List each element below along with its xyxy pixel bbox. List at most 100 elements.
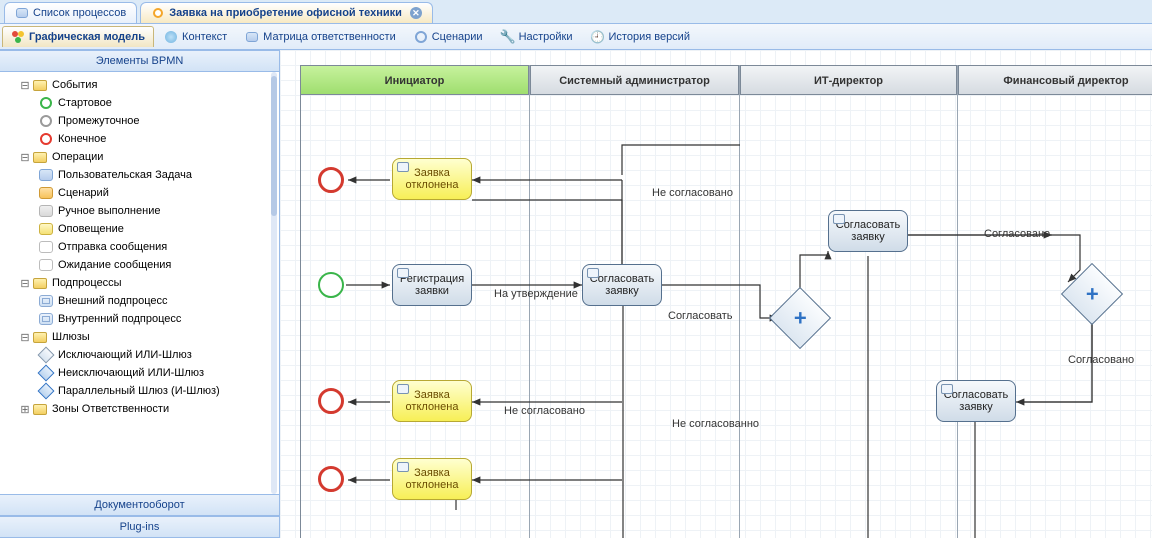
sq-box-icon bbox=[38, 294, 54, 308]
document-tabs: Список процессов Заявка на приобретение … bbox=[0, 0, 1152, 24]
editor-sub-tabs: Графическая модель Контекст Матрица отве… bbox=[0, 24, 1152, 50]
task-approve-sa[interactable]: Согласовать заявку bbox=[582, 264, 662, 306]
sub-tab-label: Настройки bbox=[519, 31, 573, 43]
diamond-blue-icon bbox=[38, 366, 54, 380]
palette-item[interactable]: Исключающий ИЛИ-Шлюз bbox=[4, 346, 279, 364]
tab-responsibility-matrix[interactable]: Матрица ответственности bbox=[237, 27, 404, 47]
context-icon bbox=[164, 30, 178, 44]
task-rejected-2[interactable]: Заявка отклонена bbox=[392, 380, 472, 422]
tab-version-history[interactable]: 🕘 История версий bbox=[583, 27, 698, 47]
diagram-canvas[interactable]: Инициатор Системный администратор ИТ-дир… bbox=[280, 50, 1152, 538]
tab-settings[interactable]: 🔧 Настройки bbox=[493, 27, 581, 47]
palette-item-label: Отправка сообщения bbox=[58, 241, 167, 253]
palette-item-label: Промежуточное bbox=[58, 115, 140, 127]
lane-header[interactable]: Финансовый директор bbox=[958, 65, 1152, 95]
task-type-icon bbox=[397, 268, 409, 278]
palette-item[interactable]: Внешний подпроцесс bbox=[4, 292, 279, 310]
tab-process-list[interactable]: Список процессов bbox=[4, 2, 137, 23]
palette-item[interactable]: Оповещение bbox=[4, 220, 279, 238]
tree-folder-label: Шлюзы bbox=[52, 331, 90, 343]
palette-tree[interactable]: ⊟ События Стартовое Промежуточное Конечн… bbox=[0, 72, 279, 494]
tab-scenarios[interactable]: Сценарии bbox=[406, 27, 491, 47]
palette-item-label: Оповещение bbox=[58, 223, 124, 235]
lane-header[interactable]: Системный администратор bbox=[530, 65, 739, 95]
task-rejected-1[interactable]: Заявка отклонена bbox=[392, 158, 472, 200]
palette-item-label: Ручное выполнение bbox=[58, 205, 160, 217]
circle-red-icon bbox=[38, 132, 54, 146]
task-type-icon bbox=[833, 214, 845, 224]
circle-gray-icon bbox=[38, 114, 54, 128]
palette-item[interactable]: Внутренний подпроцесс bbox=[4, 310, 279, 328]
edge-label: Не согласовано bbox=[652, 187, 733, 199]
lane-fin-director[interactable]: Финансовый директор bbox=[958, 65, 1152, 538]
palette-item[interactable]: Промежуточное bbox=[4, 112, 279, 130]
palette-item[interactable]: Сценарий bbox=[4, 184, 279, 202]
sq-box-icon bbox=[38, 312, 54, 326]
lane-it-director[interactable]: ИТ-директор bbox=[740, 65, 958, 538]
tree-folder-label: События bbox=[52, 79, 97, 91]
tree-folder[interactable]: ⊟ Операции bbox=[4, 148, 279, 166]
end-event-2[interactable] bbox=[318, 388, 344, 414]
task-type-icon bbox=[397, 462, 409, 472]
task-register[interactable]: Регистрация заявки bbox=[392, 264, 472, 306]
model-icon bbox=[11, 30, 25, 44]
scrollbar-thumb[interactable] bbox=[271, 76, 277, 216]
tree-folder[interactable]: ⊟ События bbox=[4, 76, 279, 94]
sq-white-icon bbox=[38, 258, 54, 272]
tree-folder[interactable]: ⊟ Шлюзы bbox=[4, 328, 279, 346]
palette-item-label: Неисключающий ИЛИ-Шлюз bbox=[58, 367, 204, 379]
tree-folder-label: Зоны Ответственности bbox=[52, 403, 169, 415]
edge-label: Не согласованно bbox=[672, 418, 759, 430]
task-type-icon bbox=[941, 384, 953, 394]
sub-tab-label: Сценарии bbox=[432, 31, 483, 43]
palette-item-label: Пользовательская Задача bbox=[58, 169, 192, 181]
start-event[interactable] bbox=[318, 272, 344, 298]
palette-item-label: Сценарий bbox=[58, 187, 109, 199]
end-event-1[interactable] bbox=[318, 167, 344, 193]
folder-icon bbox=[32, 402, 48, 416]
folder-icon bbox=[32, 276, 48, 290]
task-approve-it[interactable]: Согласовать заявку bbox=[828, 210, 908, 252]
tab-context[interactable]: Контекст bbox=[156, 27, 235, 47]
palette-item-label: Стартовое bbox=[58, 97, 112, 109]
close-icon[interactable]: ✕ bbox=[410, 7, 422, 19]
palette-item[interactable]: Параллельный Шлюз (И-Шлюз) bbox=[4, 382, 279, 400]
palette-item[interactable]: Пользовательская Задача bbox=[4, 166, 279, 184]
palette-item[interactable]: Неисключающий ИЛИ-Шлюз bbox=[4, 364, 279, 382]
panel-document-flow[interactable]: Документооборот bbox=[0, 494, 279, 516]
task-rejected-3[interactable]: Заявка отклонена bbox=[392, 458, 472, 500]
collapse-icon[interactable]: ⊟ bbox=[18, 151, 32, 164]
collapse-icon[interactable]: ⊟ bbox=[18, 79, 32, 92]
lane-header[interactable]: ИТ-директор bbox=[740, 65, 957, 95]
diamond-icon bbox=[38, 348, 54, 362]
palette-sidebar: Элементы BPMN ⊟ События Стартовое Промеж… bbox=[0, 50, 280, 538]
end-event-3[interactable] bbox=[318, 466, 344, 492]
tab-process-editor[interactable]: Заявка на приобретение офисной техники ✕ bbox=[140, 2, 433, 23]
sub-tab-label: Контекст bbox=[182, 31, 227, 43]
expand-icon[interactable]: ⊞ bbox=[18, 403, 32, 416]
palette-item[interactable]: Конечное bbox=[4, 130, 279, 148]
edge-label: Согласовано bbox=[984, 228, 1050, 240]
sq-orange-icon bbox=[38, 186, 54, 200]
palette-item[interactable]: Ручное выполнение bbox=[4, 202, 279, 220]
task-type-icon bbox=[397, 384, 409, 394]
palette-item[interactable]: Стартовое bbox=[4, 94, 279, 112]
panel-plugins[interactable]: Plug-ins bbox=[0, 516, 279, 538]
lane-header[interactable]: Инициатор bbox=[300, 65, 529, 95]
palette-item[interactable]: Ожидание сообщения bbox=[4, 256, 279, 274]
collapse-icon[interactable]: ⊟ bbox=[18, 331, 32, 344]
diamond-blue-icon bbox=[38, 384, 54, 398]
collapse-icon[interactable]: ⊟ bbox=[18, 277, 32, 290]
palette-item[interactable]: Отправка сообщения bbox=[4, 238, 279, 256]
task-type-icon bbox=[397, 162, 409, 172]
tree-folder[interactable]: ⊞ Зоны Ответственности bbox=[4, 400, 279, 418]
task-approve-fd[interactable]: Согласовать заявку bbox=[936, 380, 1016, 422]
folder-icon bbox=[32, 78, 48, 92]
sq-blue-icon bbox=[38, 168, 54, 182]
settings-icon: 🔧 bbox=[501, 30, 515, 44]
task-type-icon bbox=[587, 268, 599, 278]
tree-folder[interactable]: ⊟ Подпроцессы bbox=[4, 274, 279, 292]
panel-bpmn-elements[interactable]: Элементы BPMN bbox=[0, 50, 279, 72]
folder-icon bbox=[32, 330, 48, 344]
tab-graphical-model[interactable]: Графическая модель bbox=[2, 26, 154, 47]
